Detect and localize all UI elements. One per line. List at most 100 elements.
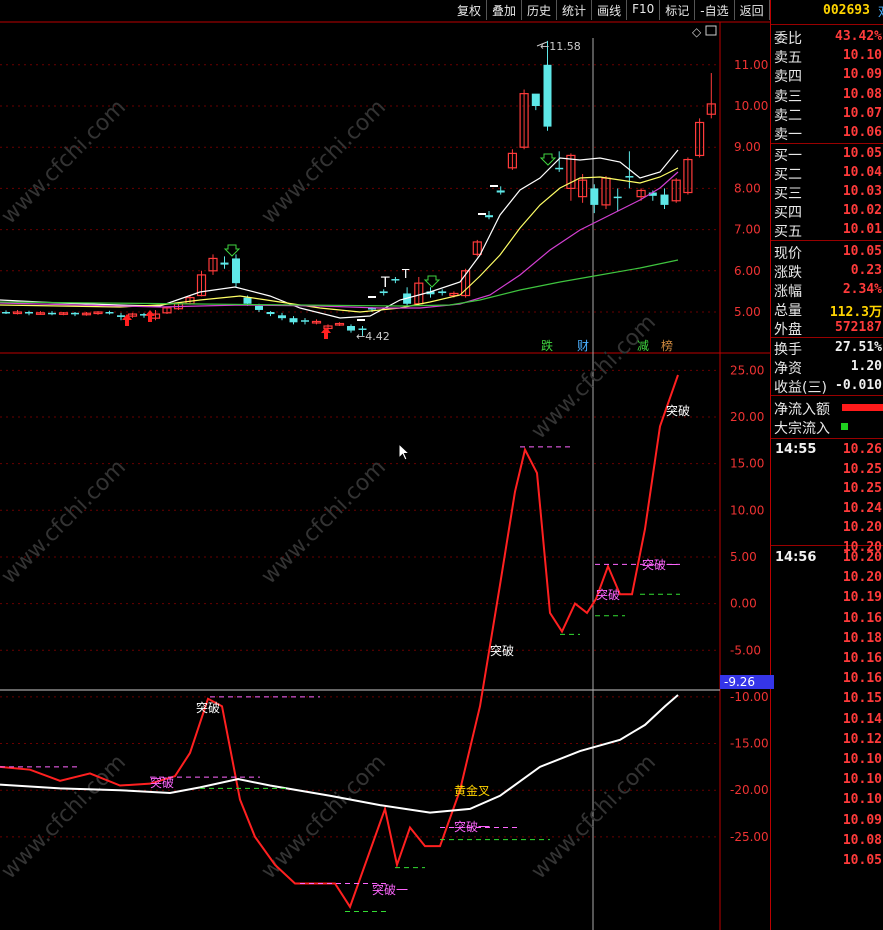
watermark-text: www.cfchi.com	[527, 310, 661, 444]
quote-value: 10.01	[842, 222, 882, 237]
t-marker: T	[380, 275, 390, 291]
price-axis-label: 9.00	[734, 140, 761, 154]
separator	[771, 395, 883, 396]
quote-value: 10.10	[842, 48, 882, 63]
ma60-line	[0, 259, 679, 307]
toolbar-button-5[interactable]: F10	[627, 0, 661, 20]
candle-body-down	[438, 291, 447, 294]
toolbar-button-7[interactable]: -自选	[695, 0, 735, 20]
ma10-line	[0, 167, 679, 313]
price-axis-label: 11.00	[734, 58, 768, 72]
quote-label: 总量	[774, 303, 802, 319]
separator	[771, 24, 883, 25]
toolbar: 复权 叠加 历史 统计 画线 F10 标记 -自选 返回	[452, 0, 770, 20]
quote-value: 1.20	[850, 359, 882, 374]
candle-body-down	[625, 176, 634, 178]
quote-row-10: 买五 10.01	[771, 220, 883, 240]
tick-price: 10.15	[842, 691, 882, 707]
quote-row-2: 卖四 10.09	[771, 65, 883, 85]
price-axis-label: 7.00	[734, 223, 761, 237]
quote-value: 10.04	[842, 165, 882, 180]
quote-label: 买一	[774, 148, 802, 164]
tick-price: 10.18	[842, 630, 882, 646]
quote-value: 10.09	[842, 67, 882, 82]
down-arrow-icon	[423, 275, 441, 288]
toolbar-button-0[interactable]: 复权	[452, 0, 488, 20]
toolbar-button-1[interactable]: 叠加	[487, 0, 523, 20]
quote-label: 涨跌	[774, 265, 802, 281]
tick-price: 10.19	[842, 590, 882, 606]
window-icon	[705, 25, 717, 36]
golden-cross-label: 黄金叉	[454, 783, 490, 798]
quote-row-18: 收益(三) -0.010	[771, 376, 883, 396]
quote-value: 10.02	[842, 203, 882, 218]
chart-canvas[interactable]: ◇ 11.00 10.00 9.00 8.00 7.00 6.00 5.00 25.00 20.0…	[0, 0, 770, 930]
ma5-line	[0, 149, 679, 319]
quote-value: 2.34%	[842, 282, 882, 297]
toolbar-button-8[interactable]: 返回	[735, 0, 770, 20]
tick-price: 10.25	[842, 461, 882, 477]
toolbar-button-4[interactable]: 画线	[592, 0, 628, 20]
event-tag-0: 跌	[541, 338, 553, 353]
quote-row-7: 买二 10.04	[771, 163, 883, 183]
candle-body-down	[555, 167, 564, 170]
breakout-label: 突破一	[372, 882, 408, 897]
quote-row-9: 买四 10.02	[771, 201, 883, 221]
quote-label: 卖五	[774, 50, 802, 66]
price-axis-label: 10.00	[734, 99, 768, 113]
flow-axis-label: 0.00	[730, 597, 757, 611]
event-tag-3: 榜	[661, 338, 673, 353]
tick-price: 10.05	[842, 853, 882, 868]
candle-body-down	[105, 312, 114, 314]
quote-row-15: 外盘 572187	[771, 318, 883, 338]
tick-time-1: 14:55	[775, 442, 817, 457]
quote-value: 0.23	[850, 263, 882, 278]
quote-label: 换手	[774, 342, 802, 358]
toolbar-button-6[interactable]: 标记	[660, 0, 696, 20]
flow-axis-label: 10.00	[730, 503, 764, 517]
tick-time-2: 14:56	[775, 550, 817, 565]
tick-price: 10.16	[842, 651, 882, 666]
tick-price: 10.10	[842, 752, 882, 767]
quote-row-1: 卖五 10.10	[771, 46, 883, 66]
candle-body-down	[255, 305, 263, 310]
candle-body-down	[301, 320, 309, 322]
flow-axis-label: -25.00	[730, 830, 769, 844]
watermark-text: www.cfchi.com	[0, 455, 131, 589]
down-arrow-icon	[539, 153, 557, 166]
candle-body-down	[289, 318, 298, 323]
price-axis-label: 8.00	[734, 181, 761, 195]
quote-row-3: 卖三 10.08	[771, 85, 883, 105]
breakout-label: 突破	[150, 775, 174, 790]
tick-price: 10.14	[842, 711, 882, 727]
watermark-text: www.cfchi.com	[527, 750, 661, 884]
quote-value: 10.06	[842, 125, 882, 140]
flow-axis-label: 20.00	[730, 410, 764, 424]
candle-body-down	[660, 194, 669, 205]
toolbar-button-2[interactable]: 历史	[522, 0, 558, 20]
separator	[771, 143, 883, 144]
candle-body-down	[25, 312, 33, 314]
breakout-label: 突破	[490, 643, 514, 658]
quote-label: 收益(三)	[774, 380, 827, 396]
tick-price: 10.26	[842, 442, 882, 457]
quote-row-11: 现价 10.05	[771, 242, 883, 262]
tick-price: 10.20	[842, 570, 882, 586]
quote-panel: 002693 双 委比 43.42% 卖五 10.10 卖四 10.09 卖三 10.08 卖二…	[770, 0, 883, 930]
watermark-text: www.cfchi.com	[257, 750, 391, 884]
quote-row-19: 净流入额	[771, 398, 883, 418]
separator	[771, 240, 883, 241]
breakout-label: 突破	[596, 587, 620, 602]
candle-body-down	[485, 215, 493, 218]
watermark-text: www.cfchi.com	[257, 455, 391, 589]
quote-label: 委比	[774, 31, 802, 47]
quote-label: 卖三	[774, 89, 802, 105]
event-tag-2: 减	[637, 339, 649, 353]
tick-price: 10.10	[842, 772, 882, 788]
quote-row-4: 卖二 10.07	[771, 104, 883, 124]
quote-row-20: 大宗流入	[771, 417, 883, 437]
tick-price: 10.20	[842, 550, 882, 565]
cursor-value-label: -9.26	[720, 675, 774, 689]
toolbar-button-3[interactable]: 统计	[557, 0, 593, 20]
quote-row-16: 换手 27.51%	[771, 338, 883, 358]
